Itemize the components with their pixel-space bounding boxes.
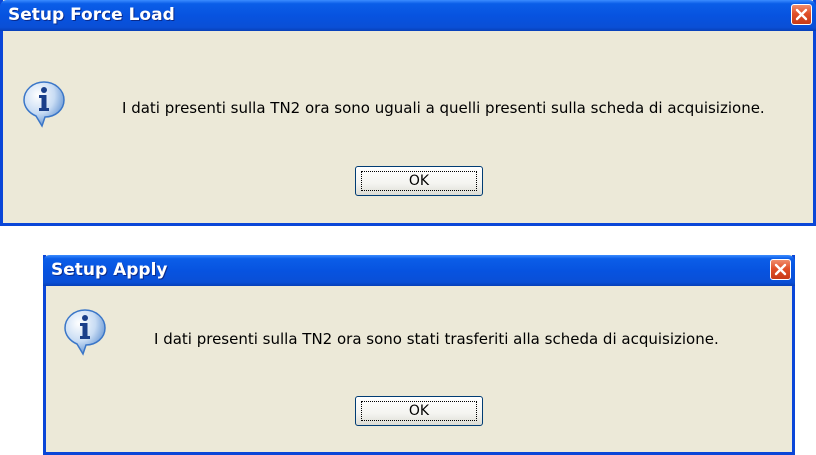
close-button[interactable] — [791, 4, 812, 25]
dialog-titlebar[interactable]: Setup Force Load — [0, 0, 816, 31]
ok-button-label: OK — [361, 401, 477, 421]
dialog-title: Setup Force Load — [8, 5, 175, 25]
setup-apply-dialog: Setup Apply I dati presenti sulla TN2 or… — [43, 255, 795, 455]
ok-button-label: OK — [361, 171, 477, 191]
close-icon — [795, 8, 808, 21]
setup-force-load-dialog: Setup Force Load I dati presenti sulla T… — [0, 0, 816, 226]
info-icon — [23, 81, 65, 128]
dialog-message: I dati presenti sulla TN2 ora sono ugual… — [122, 99, 765, 117]
dialog-title: Setup Apply — [51, 260, 168, 280]
dialog-message: I dati presenti sulla TN2 ora sono stati… — [154, 330, 719, 348]
close-button[interactable] — [770, 259, 791, 280]
ok-button[interactable]: OK — [355, 166, 483, 196]
info-icon — [64, 309, 106, 356]
ok-button[interactable]: OK — [355, 396, 483, 426]
dialog-titlebar[interactable]: Setup Apply — [43, 255, 795, 286]
close-icon — [774, 263, 787, 276]
